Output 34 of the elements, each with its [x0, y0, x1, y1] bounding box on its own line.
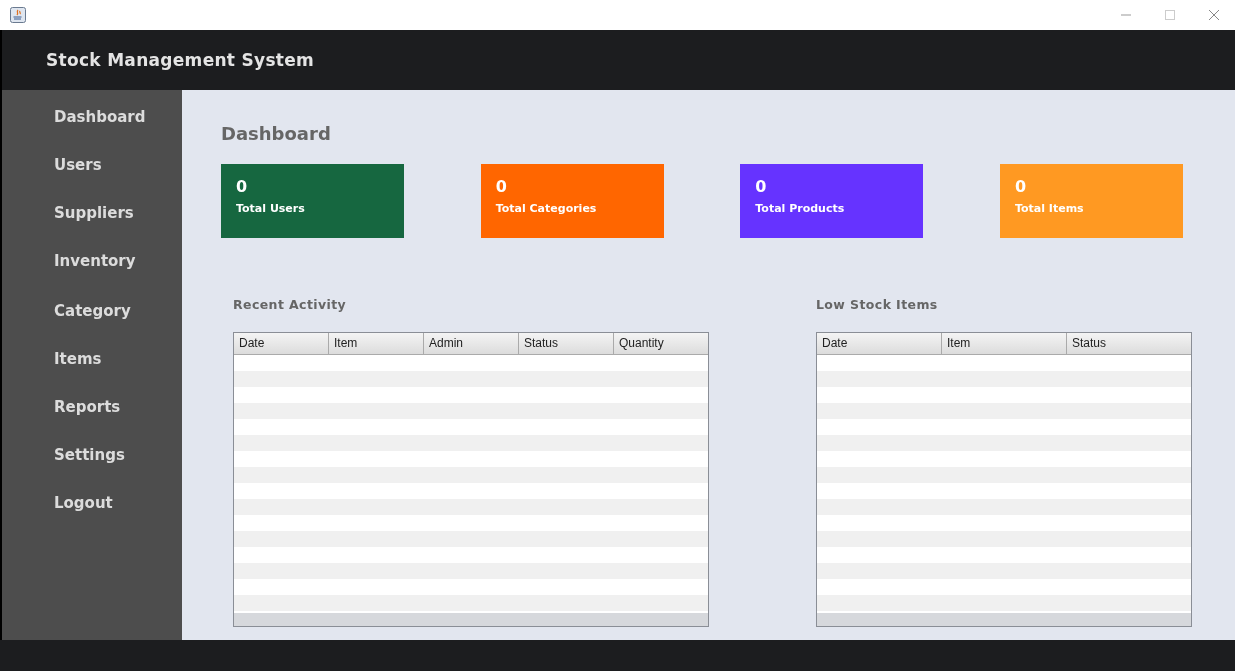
sidebar-item[interactable]: Category: [54, 300, 131, 322]
sidebar-item[interactable]: Settings: [54, 444, 125, 466]
sidebar-item[interactable]: Users: [54, 154, 102, 176]
app-title: Stock Management System: [46, 50, 315, 70]
column-header[interactable]: Item: [329, 333, 424, 354]
column-header[interactable]: Quantity: [614, 333, 708, 354]
stat-label: Total Items: [1014, 202, 1084, 216]
column-header[interactable]: Date: [817, 333, 942, 354]
sidebar-item[interactable]: Dashboard: [54, 106, 146, 128]
table-title: Low Stock Items: [816, 296, 939, 314]
stat-value: 0: [236, 178, 248, 196]
scroll-bar[interactable]: [234, 613, 708, 626]
sidebar-item[interactable]: Reports: [54, 396, 121, 418]
stat-value: 0: [1014, 178, 1027, 196]
sidebar-item[interactable]: Inventory: [54, 250, 136, 272]
stat-label: Total Users: [236, 202, 305, 216]
scroll-bar[interactable]: [817, 613, 1191, 626]
stat-label: Total Categories: [495, 202, 597, 216]
column-header[interactable]: Admin: [424, 333, 519, 354]
table-title: Recent Activity: [233, 296, 348, 314]
maximize-icon[interactable]: [1164, 9, 1176, 21]
sidebar-item[interactable]: Logout: [54, 492, 113, 514]
stat-value: 0: [495, 178, 507, 196]
stat-value: 0: [755, 178, 767, 196]
page-title: Dashboard: [221, 122, 332, 146]
sidebar-item[interactable]: Items: [54, 348, 102, 370]
column-header[interactable]: Status: [1067, 333, 1191, 354]
column-header[interactable]: Item: [942, 333, 1067, 354]
app-icon: [10, 7, 26, 23]
sidebar-item[interactable]: Suppliers: [54, 202, 134, 224]
stat-label: Total Products: [755, 202, 845, 216]
close-icon[interactable]: [1208, 9, 1220, 21]
column-header[interactable]: Status: [519, 333, 614, 354]
column-header[interactable]: Date: [234, 333, 329, 354]
